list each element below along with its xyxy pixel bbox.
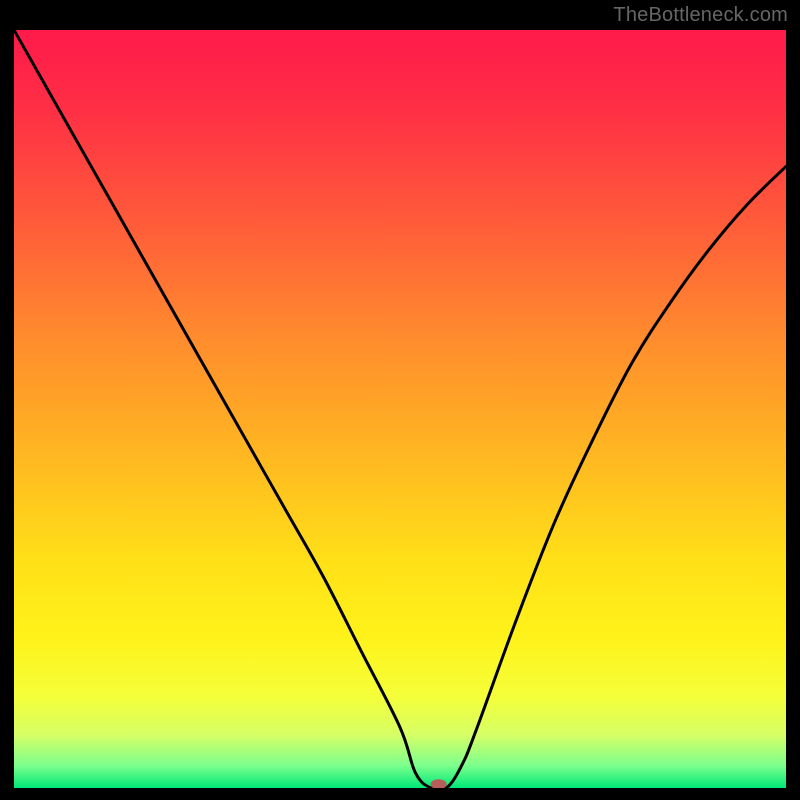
watermark-text: TheBottleneck.com <box>613 4 788 27</box>
chart-plot-area <box>14 30 786 788</box>
gradient-background <box>14 30 786 788</box>
chart-svg <box>14 30 786 788</box>
chart-frame: TheBottleneck.com <box>0 0 800 800</box>
